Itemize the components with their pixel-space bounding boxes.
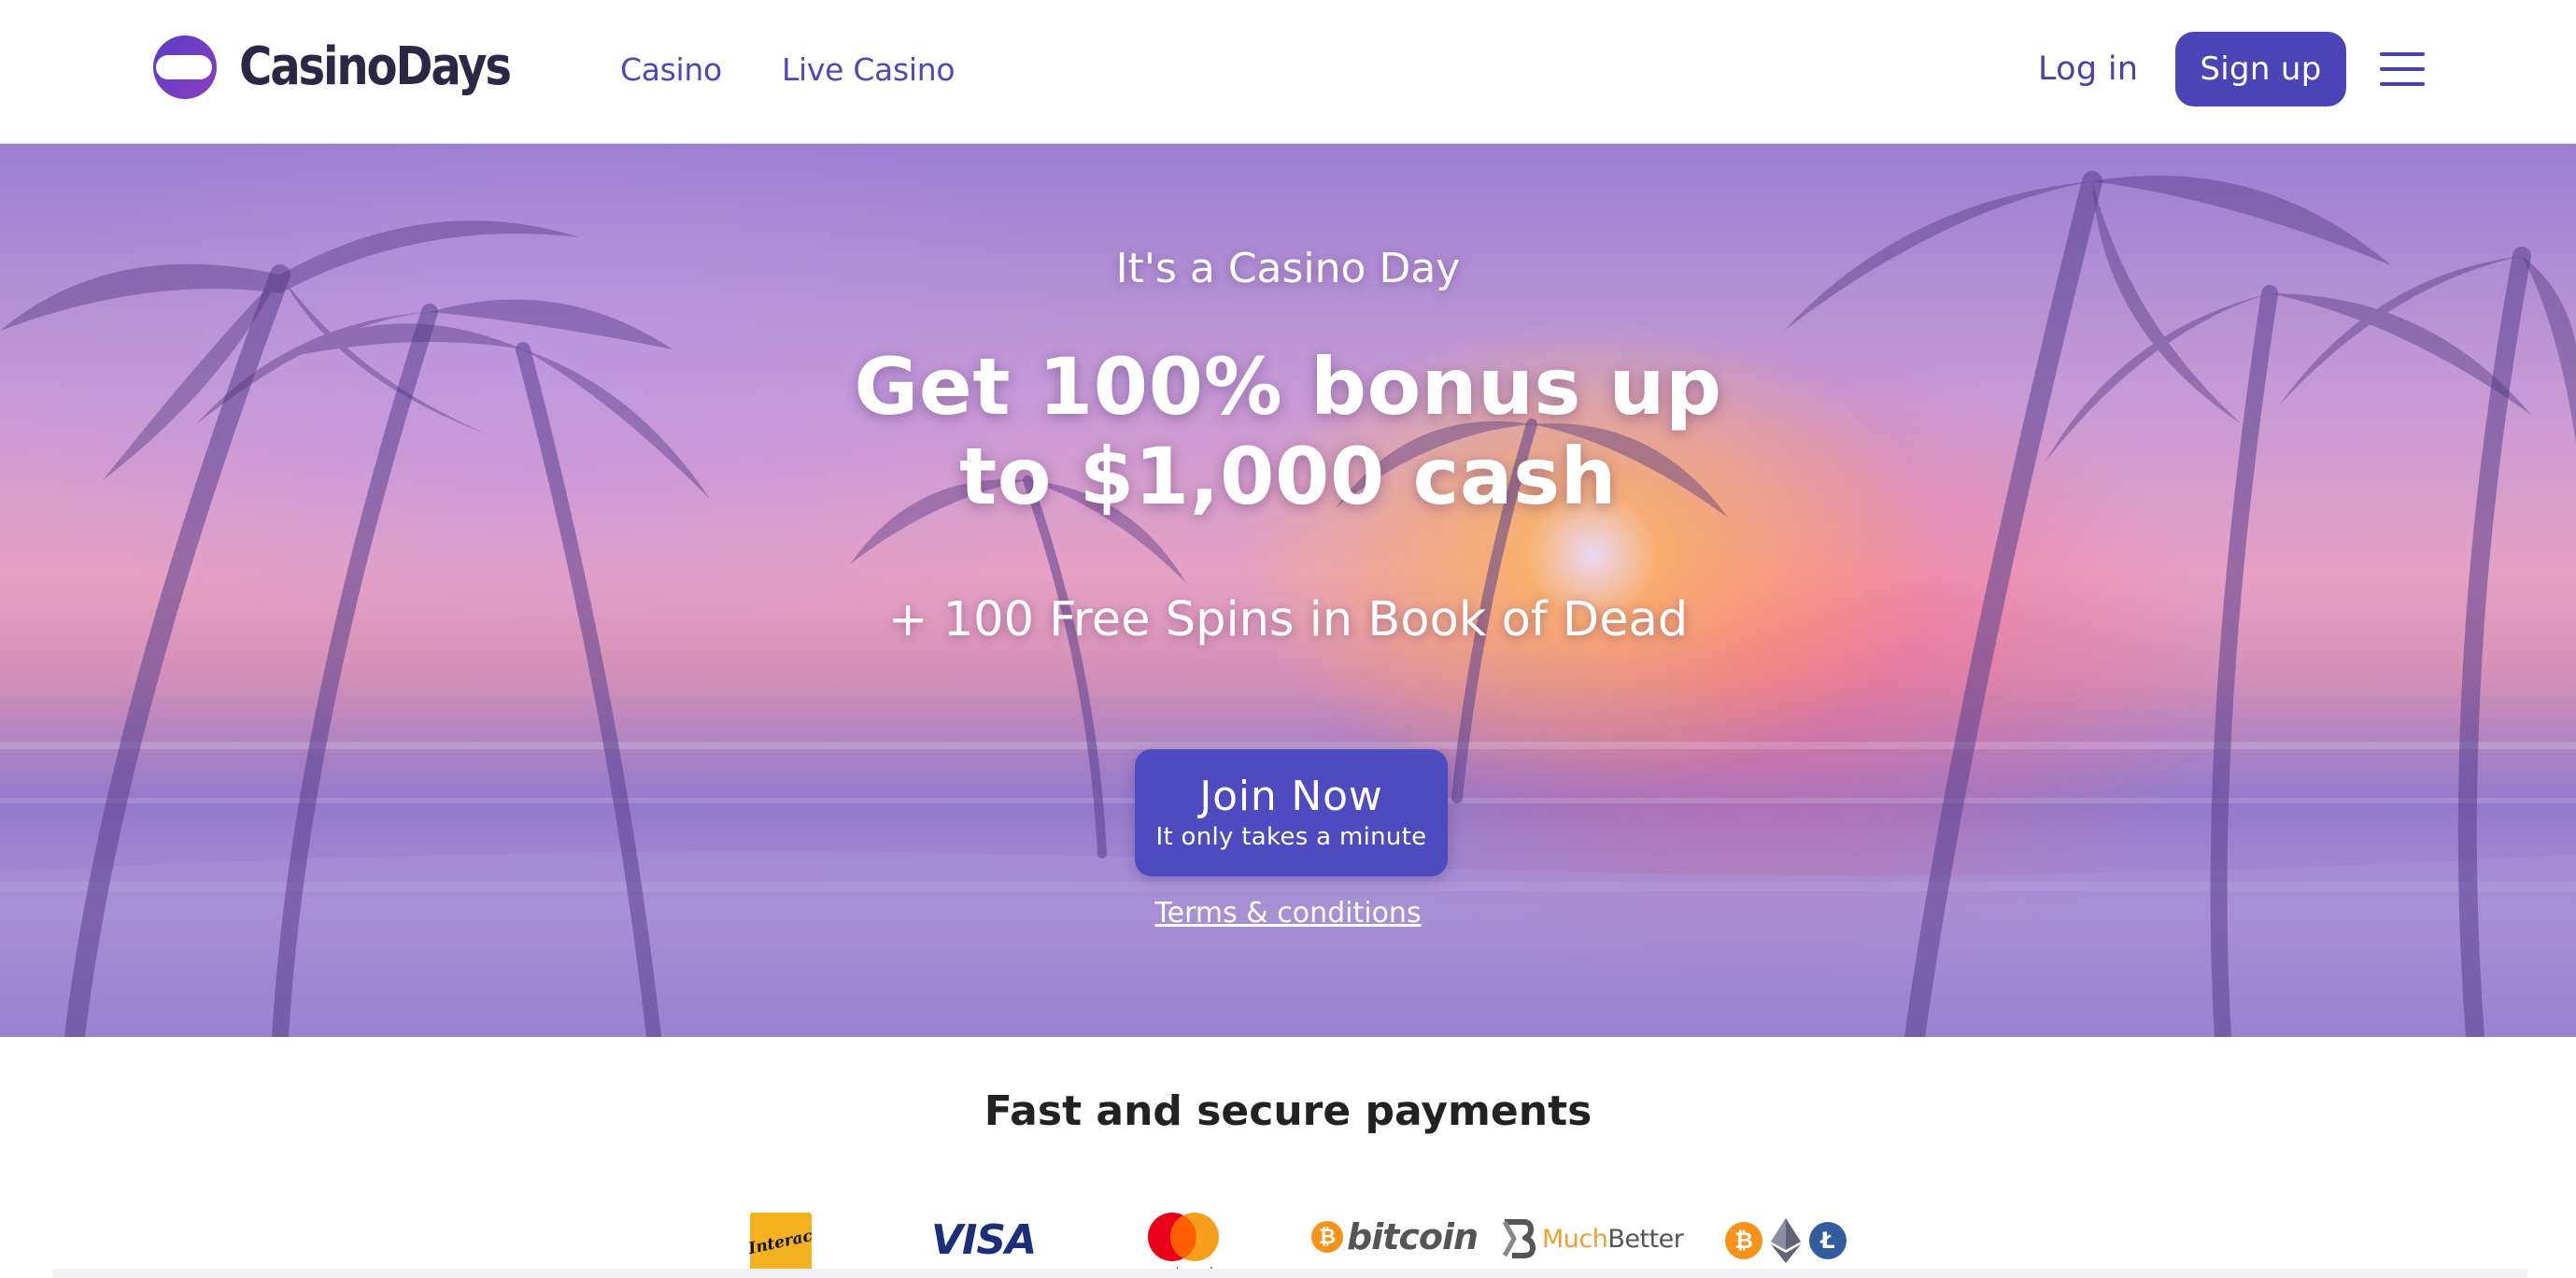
interac-logo: Interac xyxy=(747,1213,814,1272)
muchbetter-logo: MuchBetter xyxy=(1499,1218,1684,1259)
payments-title: Fast and secure payments xyxy=(984,1087,1592,1135)
hero-headline: Get 100% bonus up to $1,000 cash xyxy=(854,341,1722,522)
bitcoin-icon: ₿ xyxy=(1725,1222,1762,1259)
join-now-subtitle: It only takes a minute xyxy=(1155,823,1427,851)
muchbetter-better: Better xyxy=(1607,1224,1684,1254)
ethereum-icon xyxy=(1771,1218,1801,1263)
signup-button[interactable]: Sign up xyxy=(2175,32,2346,106)
hero-banner: It's a Casino Day Get 100% bonus up to $… xyxy=(0,144,2576,1037)
join-now-button[interactable]: Join Now It only takes a minute xyxy=(1135,749,1448,876)
menu-line xyxy=(2380,52,2425,56)
main-nav: Casino Live Casino xyxy=(620,0,955,138)
section-divider xyxy=(52,1269,2527,1278)
logo-mark-icon xyxy=(153,36,217,99)
litecoin-icon: Ł xyxy=(1809,1222,1847,1259)
hero-eyebrow: It's a Casino Day xyxy=(1115,245,1461,292)
interac-logo-text: Interac xyxy=(747,1227,814,1258)
site-header: CasinoDays Casino Live Casino Log in Sig… xyxy=(0,0,2576,144)
muchbetter-much: Much xyxy=(1542,1224,1608,1254)
hamburger-menu-icon[interactable] xyxy=(2380,50,2425,88)
login-link[interactable]: Log in xyxy=(2038,0,2138,138)
terms-conditions-link[interactable]: Terms & conditions xyxy=(0,897,2576,930)
menu-line xyxy=(2380,82,2425,86)
hero-free-spins-text: + 100 Free Spins in Book of Dead xyxy=(887,592,1689,647)
join-now-label: Join Now xyxy=(1199,773,1383,820)
bitcoin-coin-icon: ₿ xyxy=(1311,1221,1343,1253)
mastercard-logo: mastercard xyxy=(1144,1211,1223,1277)
menu-line xyxy=(2380,67,2425,71)
logo-wordmark: CasinoDays xyxy=(239,36,512,97)
muchbetter-mark-icon xyxy=(1502,1219,1536,1258)
visa-logo: VISA xyxy=(931,1216,1037,1264)
crypto-coins-logo: ₿ Ł xyxy=(1725,1218,1847,1263)
nav-link-live-casino[interactable]: Live Casino xyxy=(782,51,955,88)
bitcoin-logo: ₿ bitcoin xyxy=(1311,1216,1479,1257)
bitcoin-logo-text: bitcoin xyxy=(1347,1216,1479,1257)
muchbetter-logo-text: MuchBetter xyxy=(1542,1224,1684,1254)
casino-days-logo[interactable]: CasinoDays xyxy=(144,34,554,101)
hero-content: It's a Casino Day Get 100% bonus up to $… xyxy=(0,144,2576,1037)
nav-link-casino[interactable]: Casino xyxy=(620,51,722,88)
